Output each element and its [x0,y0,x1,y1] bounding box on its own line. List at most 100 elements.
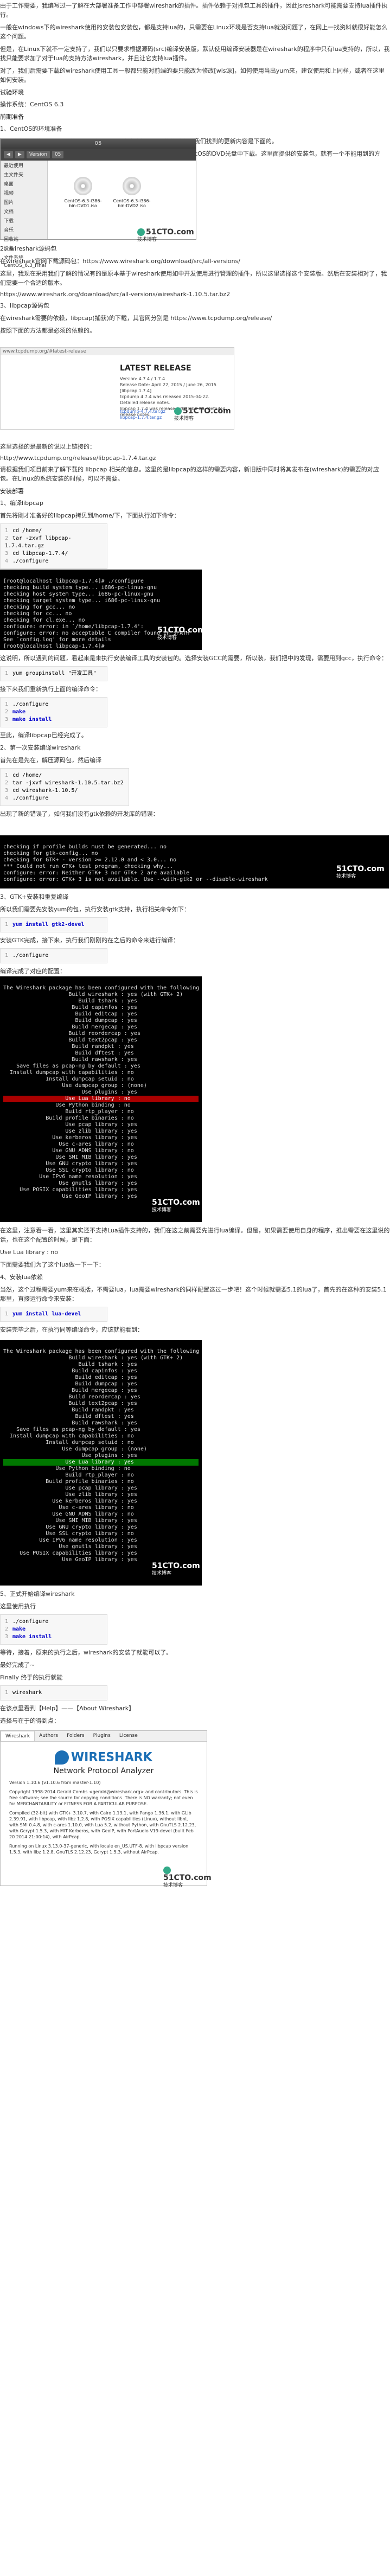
d2-text: 出现了新的错误了，如何我们没有gtk依赖的开发库的错误： [0,810,159,817]
watermark: 51CTO.com 技术博客 [174,407,231,421]
places-sidebar: 最近使用 主文件夹 桌面 视频 图片 文档 下载 音乐 回收站 设备 文件系统 … [1,161,48,269]
version-text: Version 1.10.6 (v1.10.6 from master-1.10… [9,1780,101,1785]
sidebar-item[interactable]: 视频 [1,188,47,197]
d4-text: 当然，这个过程需要yum来在概括，不需要lua，lua需要wireshark的同… [0,1286,387,1302]
d1-text: 接下来我们重新执行上面的编译命令： [0,686,101,693]
intro-paragraph: 但是，在Linux下就不一定支持了，我们以只要求根据源码(src)编译安装版，默… [0,46,390,62]
code-block: 1 ./configure 2 make 3 make install [0,697,107,727]
code-block: 1 ./configure 2 make 3 make install [0,1614,107,1645]
d3-text: 安装GTK完成，接下来，执行我们刚刚的在之后的命令来进行编译： [0,937,180,944]
copyright-text: Copyright 1998-2014 Gerald Combs <gerald… [9,1789,198,1806]
d5-text: 最好完成了~ [0,1661,35,1669]
sidebar-item[interactable]: 下载 [1,216,47,225]
article-page: 由于工作需要，我编写过一了解在大部署准备工作中部署wireshark的插件。插件… [0,0,390,2576]
dvd-iso-icon[interactable] [123,177,141,195]
file-manager-window: 05 ◀ ▶ Version 05 最近使用 主文件夹 桌面 视频 图片 文档 … [0,138,196,269]
sidebar-item[interactable]: 回收站 [1,234,47,244]
d5-text: 选择与在于的得到点： [0,1717,60,1724]
tab-license[interactable]: License [115,1731,142,1741]
code-block: 1 yum install lua-devel [0,1307,107,1322]
download-link[interactable]: https://www.wireshark.org/download/src/a… [0,291,390,298]
path-button[interactable]: Version [26,151,50,158]
shark-fin-icon [55,1750,69,1765]
intro-paragraph: 对了，我们后需要下载的wireshark使用工具一般都只能对前端的要只能改为修改… [0,67,385,84]
sidebar-item[interactable]: 最近使用 [1,161,47,170]
sidebar-item[interactable]: 图片 [1,197,47,207]
d4-text: 安装完毕之后，在执行同等编译命令，应该就能看到： [0,1326,143,1333]
watermark: 51CTO.com 技术博客 [157,626,202,641]
terminal-output: The Wireshark package has been configure… [0,976,202,1222]
terminal-output: [root@localhost libpcap-1.7.4]# ./config… [0,570,202,650]
file-name[interactable]: CentOS-6.3-i386-bin-DVD2.iso [110,199,154,208]
d1-text: 至此，编译libpcap已经完成了。 [0,732,87,739]
d1-title: 1、编译libpcap [0,500,43,507]
intro-paragraph: 由于工作需要，我编写过一了解在大部署准备工作中部署wireshark的插件。插件… [0,2,388,18]
forward-icon[interactable]: ▶ [15,151,24,158]
sidebar-item[interactable]: 桌面 [1,179,47,188]
watermark: 51CTO.com 技术博客 [137,228,194,242]
d3-title: 3、GTK+安装和重复编译 [0,893,69,900]
source-section: 2、wireshark源码包 在wireshark官网下载源码包：https:/… [0,244,390,338]
sidebar-item[interactable]: 文档 [1,207,47,216]
step3-title: 3、libpcap源码包 [0,302,49,309]
running-text: Running on Linux 3.13.0-37-generic, with… [9,1844,189,1855]
lua-status: Use Lua library : no [0,1249,58,1256]
path-bar: ◀ ▶ Version 05 [1,149,196,161]
tab-authors[interactable]: Authors [35,1731,62,1741]
intro-paragraph: 一般在windows下的wireshark使用的安装包安装包，都是支持lua的，… [0,24,388,40]
product-name: Network Protocol Analyzer [53,1767,154,1775]
step2-title: 2、wireshark源码包 [0,245,57,252]
d2-text: 首先在是先在，解压源码包，然后编译 [0,757,101,764]
file-name[interactable]: CentOS-6.3-i386-bin-DVD1.iso [61,199,105,208]
terminal-output: The Wireshark package has been configure… [0,1340,202,1586]
deploy-heading: 安装部署 [0,488,24,495]
wireshark-logo: WIRESHARK [1,1750,207,1765]
d1-text: 这说明，所以遇到的问题，看起来是未执行安装编译工具的安装包的。选择安装GCC的需… [0,655,387,662]
d3-text: 在这里，注意看一看，这里其实还不支持Lua插件支持的，我们在这之前需要先进行lu… [0,1227,390,1243]
tab-folders[interactable]: Folders [62,1731,89,1741]
step1-title: 1、CentOS的环境准备 [0,125,62,132]
code-block: 1 ./configure [0,948,107,963]
d4-title: 4、安装lua依赖 [0,1274,43,1281]
code-block: 1 cd /home/ 2 tar -zxvf libpcap-1.7.4.tar.… [0,523,107,569]
sidebar-item[interactable]: 主文件夹 [1,170,47,179]
d5-text: 这里使用执行 [0,1603,36,1610]
d5-text: 在该点里看到【Help】——【About Wireshark】 [0,1705,135,1712]
d5-title: 5、正式开始编译wireshark [0,1590,75,1597]
d3-text: 下面需要我们为了这个lua做一下一下： [0,1261,105,1268]
logo-icon [174,407,182,415]
step2-text: 这里，我现在采用我们了解的情况有的是原本基于wireshark使用如中开发使用进… [0,270,387,286]
gcc-section: 这说明，所以遇到的问题，看起来是未执行安装编译工具的安装包的。选择安装GCC的需… [0,654,390,822]
watermark: 51CTO.com 技术博客 [163,1867,212,1889]
env-heading: 试验环境 [0,89,24,96]
download-link[interactable]: http://www.tcpdump.org/release/libpcap-1… [0,455,390,462]
tab-wireshark[interactable]: Wireshark [1,1731,35,1741]
d1-text: 首先将刚才准备好的libpcap拷贝到/home/下，下面执行如下命令： [0,512,180,519]
address-bar[interactable]: www.tcpdump.org/#latest-release [1,348,234,355]
about-dialog: Wireshark Authors Folders Plugins Licens… [0,1730,212,1888]
d5-text: Finally 终于的执行就能 [0,1674,63,1681]
dvd-iso-icon[interactable] [74,177,92,195]
tab-plugins[interactable]: Plugins [89,1731,115,1741]
code-block: 1 yum groupinstall "开发工具" [0,666,107,681]
prep-heading: 前期准备 [0,113,24,120]
gtk-section: 3、GTK+安装和重复编译 所以我们需要先安装yum的包，执行安装gtk支持，执… [0,892,390,979]
back-icon[interactable]: ◀ [4,151,13,158]
step3-text: 这里选择的是最新的说以上链接的： [0,443,95,450]
code-block: 1 wireshark [0,1685,107,1701]
tcpdump-site-screenshot: www.tcpdump.org/#latest-release LATEST R… [0,347,234,430]
d5-text: 等待，接着，原来的执行之后，wireshark的安装了就能可以了。 [0,1649,172,1656]
d2-title: 2、第一次安装编译wireshark [0,744,81,751]
code-block: 1 yum install gtk2-devel [0,917,107,932]
logo-icon [137,228,145,236]
terminal-output: checking if profile builds must be gener… [0,835,389,889]
step3-text: 在wireshark需要的依赖，libpcap(捕获)的下载，其官网分别是 ht… [0,315,272,322]
step3-after: 这里选择的是最新的说以上链接的： http://www.tcpdump.org/… [0,442,390,585]
code-block: 1 cd /home/ 2 tar -jxvf wireshark-1.10.5.t… [0,768,129,806]
release-files[interactable]: tcpdump-4.7.4.tar.gz libpcap-1.7.4.tar.g… [120,408,165,420]
sidebar-item[interactable]: 音乐 [1,225,47,234]
path-button[interactable]: 05 [52,151,64,158]
window-title: 05 [1,139,196,149]
d3-text: 所以我们需要先安装yum的包，执行安装gtk支持，执行相关命令如下： [0,906,190,913]
file-view: CentOS-6.3-i386-bin-DVD1.iso CentOS-6.3-… [48,161,196,242]
